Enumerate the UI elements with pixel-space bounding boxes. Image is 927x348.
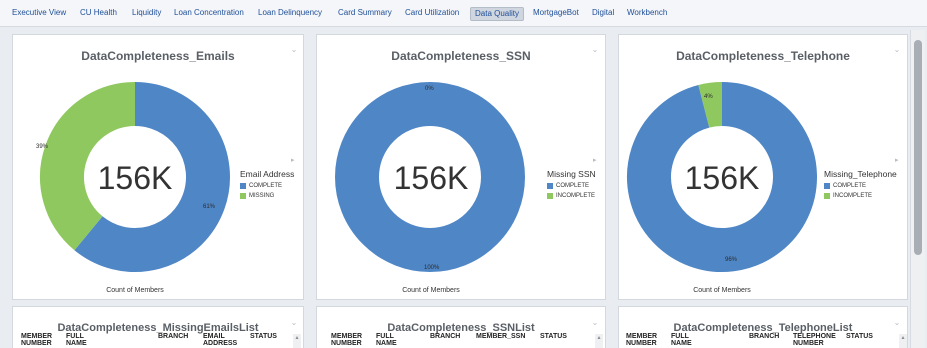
legend: Email Address COMPLETE MISSING <box>240 169 294 201</box>
center-value: 156K <box>393 160 469 196</box>
tab-loan-delinquency[interactable]: Loan Delinquency <box>258 8 322 18</box>
legend-label: COMPLETE <box>556 183 590 189</box>
slice-label-missing: 39% <box>36 144 49 150</box>
col-status[interactable]: STATUS <box>540 333 567 340</box>
legend-item-missing[interactable]: MISSING <box>240 191 294 201</box>
col-full-name[interactable]: FULL NAME <box>66 333 87 347</box>
footer-label: Count of Members <box>693 287 751 294</box>
legend-title: Email Address <box>240 169 295 179</box>
col-member-number[interactable]: MEMBER NUMBER <box>331 333 362 347</box>
swatch <box>240 183 246 189</box>
page-scrollbar[interactable] <box>910 30 925 348</box>
chevron-down-icon[interactable]: ⌄ <box>893 319 901 327</box>
legend: Missing SSN COMPLETE INCOMPLETE <box>547 169 596 201</box>
list-scrollbar[interactable]: ▴ <box>899 334 907 348</box>
scroll-up-icon[interactable]: ▴ <box>899 334 907 342</box>
legend-title: Missing_Telephone <box>824 169 897 179</box>
scroll-up-icon[interactable]: ▴ <box>595 334 603 342</box>
panel-telephone-list: DataCompleteness_TelephoneList ⌄ ▴ <box>618 306 908 348</box>
slice-label-incomplete: 4% <box>704 94 713 100</box>
swatch <box>824 183 830 189</box>
legend-label: MISSING <box>249 193 275 199</box>
slice-label-incomplete: 0% <box>425 86 434 92</box>
col-member-number[interactable]: MEMBER NUMBER <box>626 333 657 347</box>
legend-item-complete[interactable]: COMPLETE <box>547 181 596 191</box>
col-telephone-number[interactable]: TELEPHONE NUMBER <box>793 333 836 347</box>
list-scrollbar[interactable]: ▴ <box>595 334 603 348</box>
center-value: 156K <box>97 160 173 196</box>
chevron-down-icon[interactable]: ⌄ <box>591 319 599 327</box>
legend-item-complete[interactable]: COMPLETE <box>240 181 294 191</box>
col-email-address[interactable]: EMAIL ADDRESS <box>203 333 237 347</box>
legend: Missing_Telephone COMPLETE INCOMPLETE <box>824 169 897 201</box>
tab-liquidity[interactable]: Liquidity <box>132 8 161 18</box>
legend-label: COMPLETE <box>833 183 867 189</box>
footer-label: Count of Members <box>402 287 460 294</box>
slice-label-complete: 96% <box>725 257 738 263</box>
scrollbar-thumb[interactable] <box>914 40 922 255</box>
slice-label-complete: 61% <box>203 204 216 210</box>
center-value: 156K <box>684 160 760 196</box>
panel-ssn: DataCompleteness_SSN ⌄ 156K 100% 0% Coun… <box>316 34 606 300</box>
col-member-number[interactable]: MEMBER NUMBER <box>21 333 52 347</box>
donut-slice-incomplete[interactable] <box>698 82 723 128</box>
swatch <box>824 193 830 199</box>
tab-cu-health[interactable]: CU Health <box>80 8 117 18</box>
col-member-ssn[interactable]: MEMBER_SSN <box>476 333 525 340</box>
tab-executive-view[interactable]: Executive View <box>12 8 66 18</box>
legend-expand-icon[interactable]: ▸ <box>291 156 295 164</box>
col-full-name[interactable]: FULL NAME <box>376 333 397 347</box>
tab-card-summary[interactable]: Card Summary <box>338 8 392 18</box>
legend-label: COMPLETE <box>249 183 283 189</box>
col-branch[interactable]: BRANCH <box>430 333 460 340</box>
swatch <box>240 193 246 199</box>
swatch <box>547 183 553 189</box>
legend-item-incomplete[interactable]: INCOMPLETE <box>824 191 897 201</box>
scroll-up-icon[interactable]: ▴ <box>293 334 301 342</box>
chevron-down-icon[interactable]: ⌄ <box>290 319 298 327</box>
legend-title: Missing SSN <box>547 169 596 179</box>
col-status[interactable]: STATUS <box>846 333 873 340</box>
legend-expand-icon[interactable]: ▸ <box>895 156 899 164</box>
panel-missing-emails-list: DataCompleteness_MissingEmailsList ⌄ ▴ <box>12 306 304 348</box>
tab-digital[interactable]: Digital <box>592 8 614 18</box>
tab-workbench[interactable]: Workbench <box>627 8 667 18</box>
tab-card-utilization[interactable]: Card Utilization <box>405 8 459 18</box>
legend-item-incomplete[interactable]: INCOMPLETE <box>547 191 596 201</box>
footer-label: Count of Members <box>106 287 164 294</box>
col-branch[interactable]: BRANCH <box>158 333 188 340</box>
tab-loan-concentration[interactable]: Loan Concentration <box>174 8 244 18</box>
tab-mortgagebot[interactable]: MortgageBot <box>533 8 579 18</box>
col-status[interactable]: STATUS <box>250 333 277 340</box>
legend-label: INCOMPLETE <box>833 193 873 199</box>
legend-label: INCOMPLETE <box>556 193 596 199</box>
legend-item-complete[interactable]: COMPLETE <box>824 181 897 191</box>
tab-data-quality[interactable]: Data Quality <box>470 7 525 21</box>
col-full-name[interactable]: FULL NAME <box>671 333 692 347</box>
slice-label-complete: 100% <box>424 265 440 271</box>
legend-expand-icon[interactable]: ▸ <box>593 156 597 164</box>
swatch <box>547 193 553 199</box>
report-tab-bar: Executive View CU Health Liquidity Loan … <box>0 0 927 27</box>
list-scrollbar[interactable]: ▴ <box>293 334 301 348</box>
col-branch[interactable]: BRANCH <box>749 333 779 340</box>
panel-telephone: DataCompleteness_Telephone ⌄ 156K 96% 4%… <box>618 34 908 300</box>
panel-emails: DataCompleteness_Emails ⌄ 156K 61% 39% C… <box>12 34 304 300</box>
